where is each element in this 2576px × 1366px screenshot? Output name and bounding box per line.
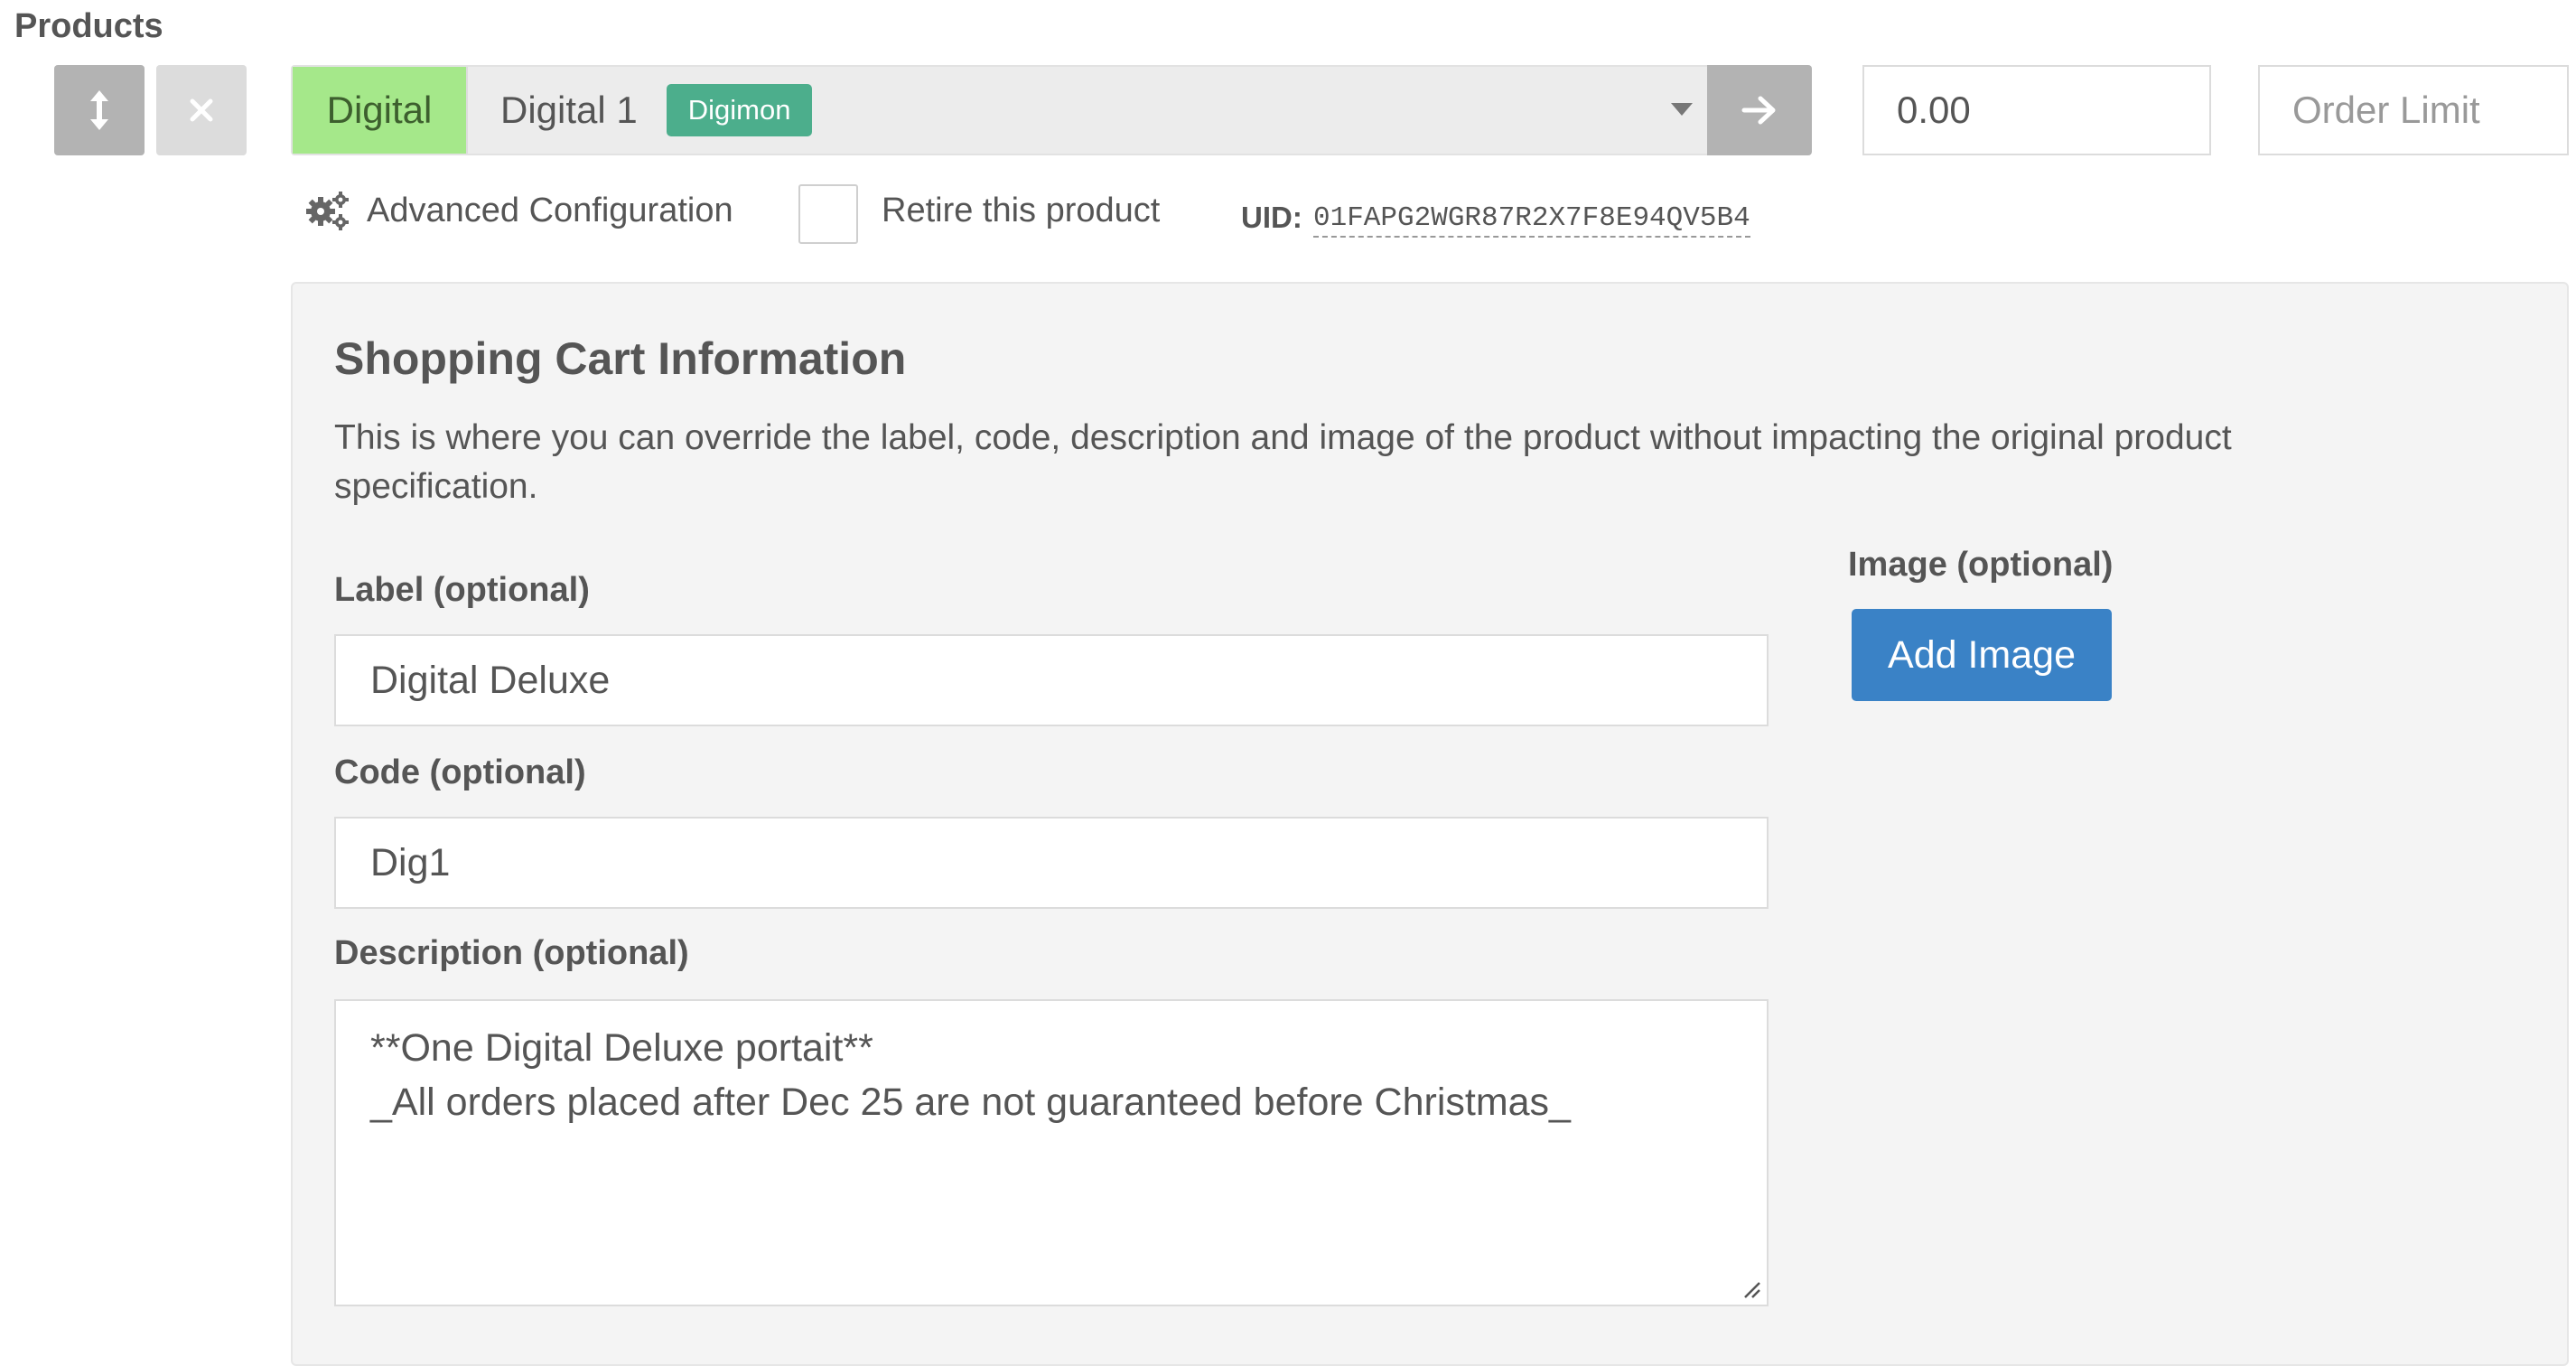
description-line: **One Digital Deluxe portait** — [370, 1026, 873, 1070]
product-name: Digital 1 — [500, 89, 638, 131]
description-line: _All orders placed after Dec 25 are not … — [370, 1081, 1571, 1124]
vertical-arrows-icon — [90, 90, 108, 130]
reorder-button[interactable] — [54, 65, 145, 155]
product-select[interactable]: Digital Digital 1 Digimon — [291, 65, 1709, 155]
advanced-configuration-link[interactable]: Advanced Configuration — [305, 190, 733, 231]
product-tag-badge: Digimon — [666, 84, 813, 136]
remove-product-button[interactable] — [156, 65, 247, 155]
price-input[interactable]: 0.00 — [1862, 65, 2211, 155]
advanced-configuration-label: Advanced Configuration — [367, 191, 733, 229]
image-field-label: Image (optional) — [1848, 546, 2114, 584]
products-editor: Products Digital Digital 1 Digimon 0.00 … — [0, 0, 2576, 1366]
panel-title: Shopping Cart Information — [334, 333, 907, 384]
retire-product-checkbox[interactable] — [798, 184, 858, 244]
resize-handle-icon[interactable] — [1740, 1277, 1761, 1299]
uid-label: UID: — [1241, 201, 1302, 234]
label-input[interactable]: Digital Deluxe — [334, 634, 1769, 726]
description-textarea[interactable]: **One Digital Deluxe portait** _All orde… — [334, 999, 1769, 1306]
panel-description: This is where you can override the label… — [334, 418, 2232, 506]
gears-icon — [306, 192, 349, 230]
retire-product-label: Retire this product — [882, 192, 1161, 229]
description-field-label: Description (optional) — [334, 934, 689, 972]
product-type-chip: Digital — [293, 67, 468, 154]
add-image-button[interactable]: Add Image — [1852, 609, 2112, 701]
label-field-label: Label (optional) — [334, 571, 590, 609]
close-icon — [190, 98, 213, 122]
code-input[interactable]: Dig1 — [334, 817, 1769, 909]
order-limit-input[interactable]: Order Limit — [2258, 65, 2569, 155]
uid-value: 01FAPG2WGR87R2X7F8E94QV5B4 — [1313, 202, 1750, 238]
go-to-product-button[interactable] — [1707, 65, 1812, 155]
code-field-label: Code (optional) — [334, 753, 586, 791]
chevron-down-icon — [1671, 103, 1693, 116]
arrow-right-icon — [1741, 96, 1776, 125]
section-title: Products — [14, 7, 163, 45]
